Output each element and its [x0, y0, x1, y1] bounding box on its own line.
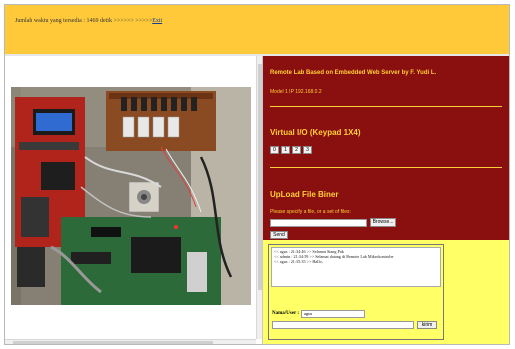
chat-panel: << agus : 21:34:46 >> Selamat Siang Pak …: [263, 240, 509, 344]
camera-view: [11, 87, 251, 305]
name-label: Nama/User :: [272, 311, 299, 316]
keypad-key-3[interactable]: 3: [303, 146, 312, 154]
horizontal-scroll-thumb[interactable]: [13, 341, 213, 344]
model-info: Model 1 IP 192.168.0.2: [270, 89, 322, 95]
keypad-key-1[interactable]: 1: [281, 146, 290, 154]
send-button[interactable]: Send: [270, 231, 288, 239]
kirim-button[interactable]: kirim: [417, 321, 437, 329]
upload-note: Please specify a file, or a set of files…: [270, 209, 351, 215]
panel-title: Remote Lab Based on Embedded Web Server …: [270, 70, 437, 76]
virtual-io-heading: Virtual I/O (Keypad 1X4): [270, 128, 361, 137]
horizontal-scrollbar[interactable]: [5, 339, 256, 344]
exit-link[interactable]: Exit: [152, 18, 162, 24]
chat-message: << agus : 21:35:35 >> Hallo,: [274, 259, 323, 264]
browse-button[interactable]: Browse...: [370, 218, 396, 227]
time-remaining-label: Jumlah waktu yang tersedia : 1469 detik …: [15, 18, 153, 24]
upload-heading: UpLoad File Biner: [270, 190, 339, 199]
chat-box: << agus : 21:34:46 >> Selamat Siang Pak …: [268, 244, 444, 340]
divider: [270, 106, 502, 107]
keypad-key-0[interactable]: 0: [270, 146, 279, 154]
divider: [270, 167, 502, 168]
camera-pane: [5, 56, 263, 344]
name-input[interactable]: agus: [301, 310, 365, 318]
vertical-scroll-thumb[interactable]: [258, 64, 262, 290]
chat-log[interactable]: << agus : 21:34:46 >> Selamat Siang Pak …: [271, 247, 441, 287]
message-input[interactable]: [272, 321, 414, 329]
control-panel: Remote Lab Based on Embedded Web Server …: [263, 56, 509, 240]
keypad-key-2[interactable]: 2: [292, 146, 301, 154]
browser-frame: Jumlah waktu yang tersedia : 1469 detik …: [4, 4, 510, 345]
keypad: 0 1 2 3: [270, 146, 312, 154]
time-remaining-text: Jumlah waktu yang tersedia : 1469 detik …: [15, 18, 162, 24]
file-path-input[interactable]: [270, 219, 367, 227]
time-banner: Jumlah waktu yang tersedia : 1469 detik …: [5, 5, 509, 54]
lab-board-photo-icon: [11, 87, 251, 305]
vertical-scrollbar[interactable]: [256, 56, 262, 339]
